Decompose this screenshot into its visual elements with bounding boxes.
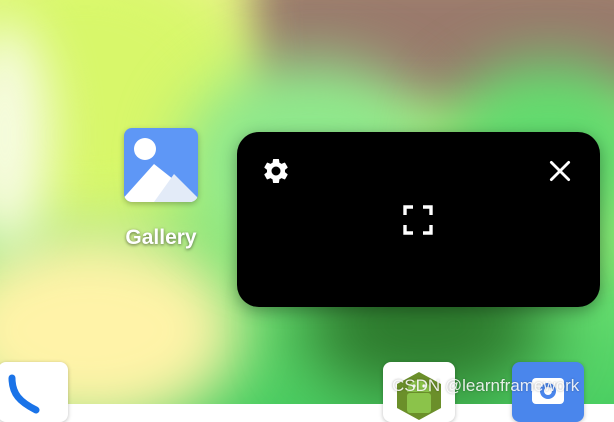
gallery-icon[interactable] <box>124 128 198 202</box>
gear-icon[interactable] <box>261 156 291 186</box>
phone-icon[interactable] <box>0 362 68 422</box>
watermark-text: CSDN @learnframework <box>392 376 580 395</box>
fullscreen-icon[interactable] <box>402 204 434 236</box>
gallery-label: Gallery <box>125 226 197 249</box>
close-icon[interactable] <box>547 158 573 184</box>
pip-menu-window[interactable] <box>237 132 600 307</box>
